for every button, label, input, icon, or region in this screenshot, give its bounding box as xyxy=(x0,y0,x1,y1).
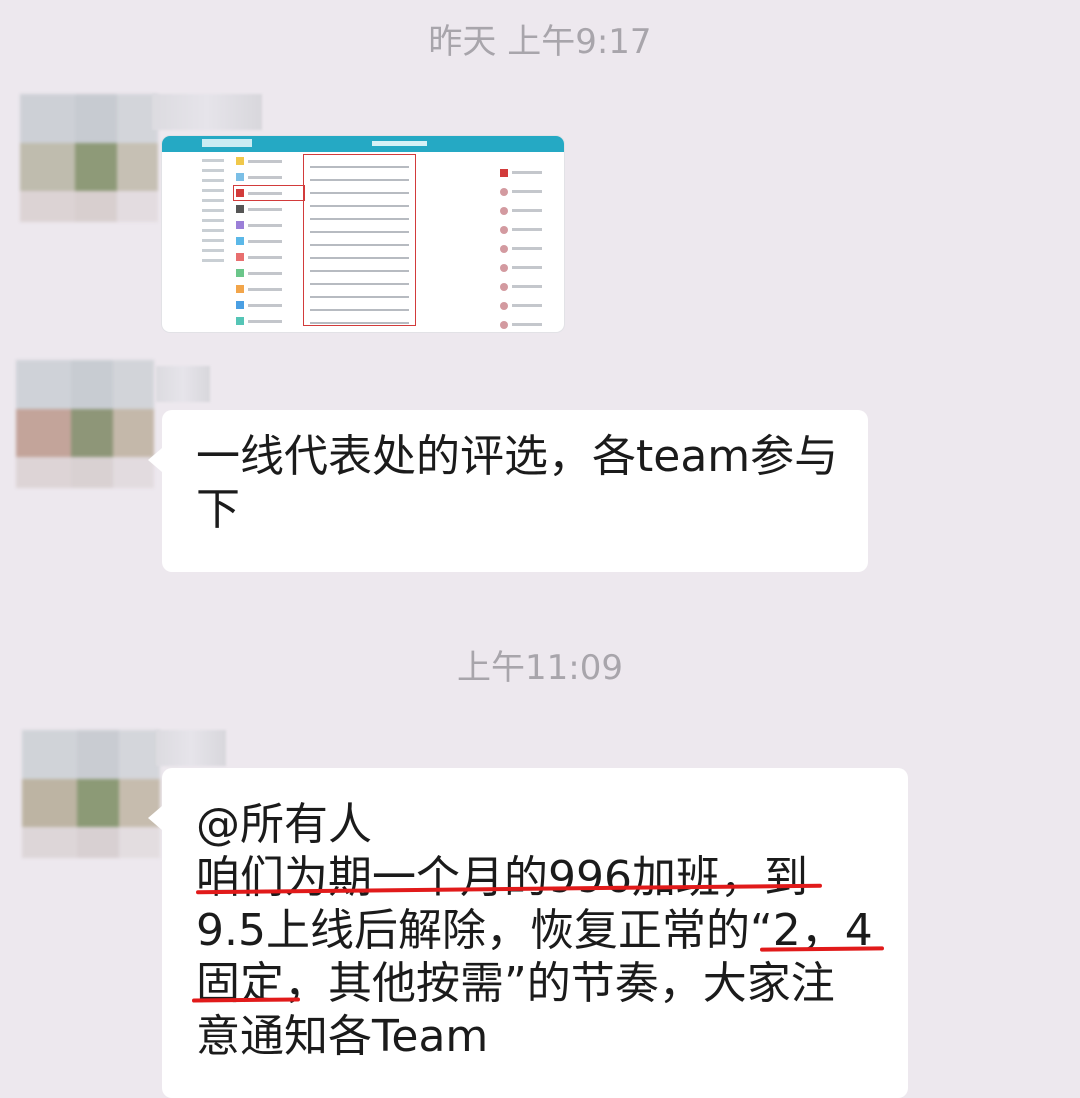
avatar[interactable] xyxy=(16,360,154,488)
sender-name xyxy=(156,366,210,402)
timestamp-2: 上午11:09 xyxy=(457,648,623,688)
screenshot-header xyxy=(162,136,564,152)
image-message[interactable] xyxy=(162,136,564,332)
message-bubble[interactable]: 一线代表处的评选，各team参与 下 xyxy=(148,410,868,572)
sender-name xyxy=(156,730,226,766)
screenshot-list xyxy=(233,154,305,332)
avatar[interactable] xyxy=(20,94,158,222)
message-line: 意通知各Team xyxy=(196,1011,489,1062)
screenshot-highlight-box xyxy=(303,154,416,326)
message-line: 咱们为期一个月的996加班，到 xyxy=(196,852,808,903)
message-line: 固定，其他按需”的节奏，大家注 xyxy=(196,958,835,1009)
message-bubble[interactable]: @所有人 咱们为期一个月的996加班，到 9.5上线后解除，恢复正常的“2，4 … xyxy=(148,768,908,1098)
avatar[interactable] xyxy=(22,730,160,858)
screenshot-right-panel xyxy=(498,158,558,329)
message-line: 下 xyxy=(196,484,240,535)
screenshot-sidebar xyxy=(198,152,228,332)
timestamp-1: 昨天 上午9:17 xyxy=(428,22,652,62)
sender-name xyxy=(152,94,262,130)
message-line: 一线代表处的评选，各team参与 xyxy=(196,431,839,482)
message-line: @所有人 xyxy=(196,799,372,850)
